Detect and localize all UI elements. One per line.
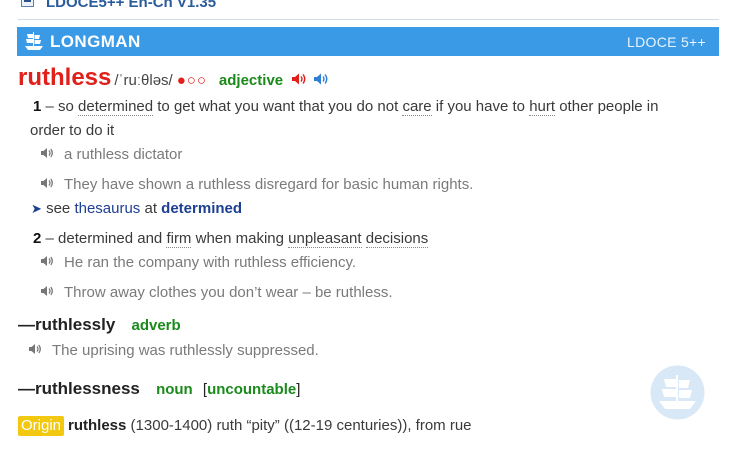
frequency-marker: ●○○ [176, 72, 207, 89]
ship-watermark-icon [650, 365, 705, 420]
speaker-gray-icon[interactable] [40, 177, 54, 189]
runon-ruthlessness: —ruthlessness noun [uncountable] [18, 379, 300, 399]
example-sentence: They have shown a ruthless disregard for… [40, 176, 473, 193]
definition-text: other people in [555, 98, 659, 115]
runon-word: —ruthlessness [18, 379, 140, 398]
definition-text: when making [191, 230, 289, 247]
pronunciation: /ˈruːθləs/ [114, 72, 173, 89]
speaker-blue-icon[interactable] [313, 72, 329, 86]
header-divider [18, 19, 719, 20]
example-sentence: The uprising was ruthlessly suppressed. [28, 342, 319, 359]
example-text: Throw away clothes you don’t wear – be r… [64, 284, 393, 301]
grammar-bracket: ] [296, 381, 301, 398]
definition-word-link[interactable]: unpleasant [288, 230, 362, 248]
sense-2-definition: 2 – determined and firm when making unpl… [33, 230, 429, 248]
sense-number: 2 [33, 230, 42, 247]
origin-word: ruthless [68, 417, 127, 434]
speaker-gray-icon[interactable] [28, 343, 42, 355]
definition-word-link[interactable]: firm [166, 230, 192, 248]
thesaurus-cross-ref: ➤ see thesaurus at determined [31, 200, 242, 217]
grammar-label: [uncountable] [203, 381, 301, 398]
see-text: see [46, 200, 71, 217]
thesaurus-link[interactable]: thesaurus [74, 200, 140, 217]
definition-word-link[interactable]: determined [78, 98, 154, 116]
example-sentence: Throw away clothes you don’t wear – be r… [40, 284, 393, 301]
definition-text: to get what you want that you do not [153, 98, 403, 115]
runon-word: —ruthlessly [18, 315, 116, 334]
dictionary-header: LDOCE5++ En-Cn V1.35 [0, 0, 743, 20]
headword-line: ruthless /ˈruːθləs/ ●○○ adjective [18, 64, 329, 92]
runon-ruthlessly: —ruthlessly adverb [18, 315, 181, 335]
example-text: a ruthless dictator [64, 146, 183, 163]
determined-link[interactable]: determined [161, 200, 242, 217]
longman-banner: LONGMAN LDOCE 5++ [17, 27, 719, 56]
brand-name: LONGMAN [50, 32, 141, 51]
ship-logo-icon [25, 32, 43, 50]
example-text: They have shown a ruthless disregard for… [64, 176, 474, 193]
definition-word-link[interactable]: care [402, 98, 432, 116]
edition-label: LDOCE 5++ [627, 34, 706, 50]
grammar-value: uncountable [207, 381, 297, 398]
part-of-speech: adjective [218, 72, 284, 89]
definition-text: determined and [58, 230, 167, 247]
example-text: He ran the company with ruthless efficie… [64, 254, 357, 271]
speaker-gray-icon[interactable] [40, 255, 54, 267]
sense-dash: – [45, 230, 54, 247]
sense-1-definition-cont: order to do it [30, 122, 115, 139]
headword: ruthless [18, 64, 112, 91]
example-sentence: He ran the company with ruthless efficie… [40, 254, 356, 271]
definition-text: so [58, 98, 79, 115]
sense-dash: – [45, 98, 54, 115]
runon-pos: noun [156, 381, 193, 398]
origin-text: (1300-1400) ruth “pity” ((12-19 centurie… [130, 417, 472, 434]
definition-text: if you have to [431, 98, 530, 115]
speaker-gray-icon[interactable] [40, 285, 54, 297]
origin-line: Origin ruthless (1300-1400) ruth “pity” (… [18, 416, 472, 436]
speaker-red-icon[interactable] [291, 72, 307, 86]
runon-pos: adverb [131, 317, 181, 334]
example-sentence: a ruthless dictator [40, 146, 182, 163]
sense-number: 1 [33, 98, 42, 115]
example-text: The uprising was ruthlessly suppressed. [52, 342, 319, 359]
at-text: at [144, 200, 157, 217]
speaker-gray-icon[interactable] [40, 147, 54, 159]
arrow-icon: ➤ [31, 201, 42, 216]
dictionary-title[interactable]: LDOCE5++ En-Cn V1.35 [46, 0, 216, 11]
definition-word-link[interactable]: decisions [365, 230, 429, 248]
collapse-icon[interactable] [21, 0, 34, 7]
sense-1-definition: 1 – so determined to get what you want t… [33, 98, 659, 116]
origin-label: Origin [18, 416, 65, 436]
definition-word-link[interactable]: hurt [529, 98, 556, 116]
